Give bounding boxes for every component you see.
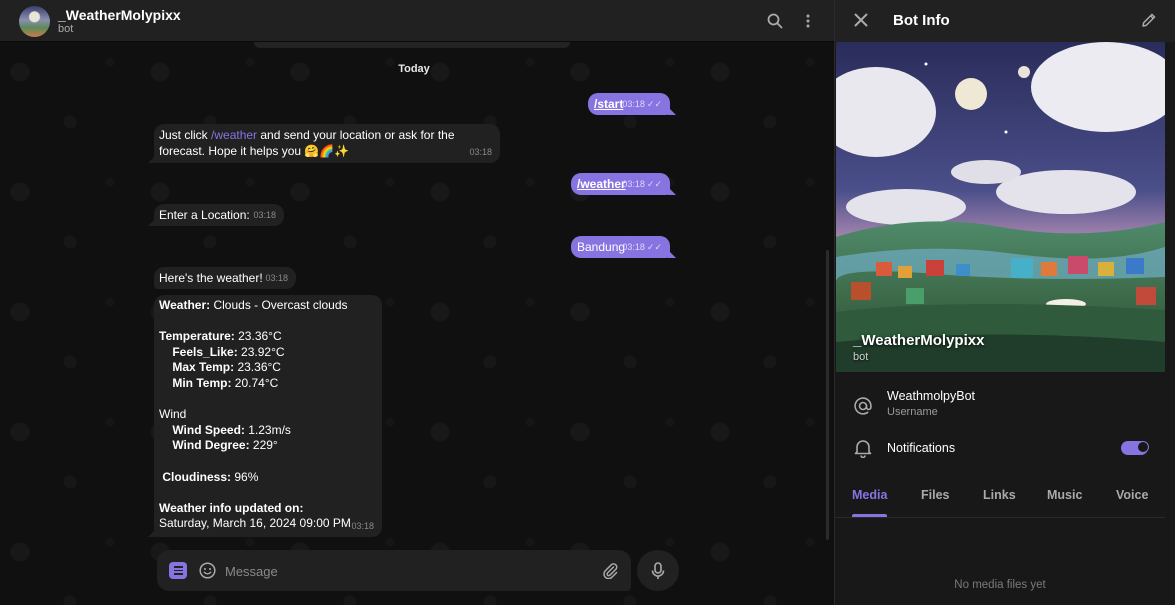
message-text[interactable]: /weather [577, 176, 626, 192]
tab-music[interactable]: Music [1047, 488, 1082, 502]
telegram-app: _WeatherMolypixx bot Today /start 03:18 ✓… [0, 0, 1175, 605]
empty-media-message: No media files yet [954, 579, 1046, 591]
bell-icon [852, 437, 874, 459]
username-label: Username [887, 406, 938, 418]
media-tabs: Media Files Links Music Voice [835, 478, 1165, 518]
tab-voice[interactable]: Voice [1116, 488, 1148, 502]
message-time: 03:18 ✓✓ [622, 239, 662, 255]
double-check-icon: ✓✓ [646, 242, 662, 252]
message-out-weather[interactable]: /weather 03:18 ✓✓ [571, 173, 676, 195]
message-in-weather-report: Weather: Clouds - Overcast clouds ​ Temp… [148, 295, 382, 537]
microphone-icon[interactable] [637, 550, 679, 591]
bot-avatar[interactable] [19, 6, 50, 37]
double-check-icon: ✓✓ [646, 99, 662, 109]
message-in-location-prompt: Enter a Location: 03:18 [148, 204, 284, 226]
notifications-row[interactable]: Notifications [835, 433, 1165, 473]
active-tab-indicator [852, 514, 887, 517]
message-text: Bandung [577, 240, 626, 254]
message-input[interactable] [225, 560, 585, 582]
chat-subtitle: bot [58, 23, 74, 35]
pencil-icon[interactable] [1141, 12, 1157, 33]
chat-title: _WeatherMolypixx [58, 7, 181, 23]
panel-header: Bot Info [835, 0, 1175, 42]
close-icon[interactable] [854, 13, 868, 32]
message-text: Here's the weather! [159, 271, 263, 285]
more-vertical-icon[interactable] [798, 11, 818, 31]
message-time: 03:18 [253, 210, 276, 220]
message-time: 03:18 [265, 273, 288, 283]
cover-bot-name: _WeatherMolypixx [853, 332, 985, 349]
date-separator: Today [398, 63, 430, 75]
paperclip-icon[interactable] [601, 561, 619, 584]
message-time: 03:18 [469, 147, 492, 157]
weather-report-text: Weather: Clouds - Overcast clouds ​ Temp… [159, 298, 351, 531]
message-text: Just click /weather and send your locati… [159, 128, 455, 158]
message-in-weather-intro: Here's the weather! 03:18 [154, 267, 296, 289]
cover-bot-status: bot [853, 351, 869, 363]
chat-scrollbar[interactable] [826, 250, 829, 540]
message-out-bandung: Bandung 03:18 ✓✓ [571, 236, 676, 258]
panel-scrollbar[interactable] [1166, 42, 1175, 605]
username-row[interactable]: WeathmolpyBot Username [835, 385, 1165, 425]
chat-area: _WeatherMolypixx bot Today /start 03:18 ✓… [0, 0, 834, 605]
message-time: 03:18 [351, 521, 374, 531]
message-text: Enter a Location: [159, 208, 250, 222]
username-value: WeathmolpyBot [887, 389, 976, 403]
message-out-start[interactable]: /start 03:18 ✓✓ [588, 93, 676, 115]
notifications-toggle[interactable] [1121, 440, 1149, 455]
previous-message-edge [254, 41, 570, 48]
message-text[interactable]: /start [594, 96, 623, 112]
message-composer [157, 550, 631, 591]
tab-media[interactable]: Media [852, 488, 887, 502]
message-in-intro: Just click /weather and send your locati… [148, 124, 500, 163]
notifications-label: Notifications [887, 441, 956, 455]
chat-header[interactable]: _WeatherMolypixx bot [0, 0, 834, 42]
search-icon[interactable] [765, 11, 785, 31]
emoji-icon[interactable] [199, 562, 216, 584]
at-sign-icon [852, 395, 874, 417]
message-time: 03:18 ✓✓ [622, 96, 662, 112]
bot-info-panel: Bot Info _WeatherMolypixx bot Weathmolpy… [834, 0, 1175, 605]
format-icon[interactable] [169, 562, 187, 579]
message-time: 03:18 ✓✓ [622, 176, 662, 192]
tab-files[interactable]: Files [921, 488, 950, 502]
bot-cover-image[interactable]: _WeatherMolypixx bot [836, 42, 1165, 372]
weather-command-link[interactable]: /weather [211, 128, 257, 142]
panel-title: Bot Info [893, 12, 950, 29]
tab-links[interactable]: Links [983, 488, 1016, 502]
double-check-icon: ✓✓ [646, 179, 662, 189]
